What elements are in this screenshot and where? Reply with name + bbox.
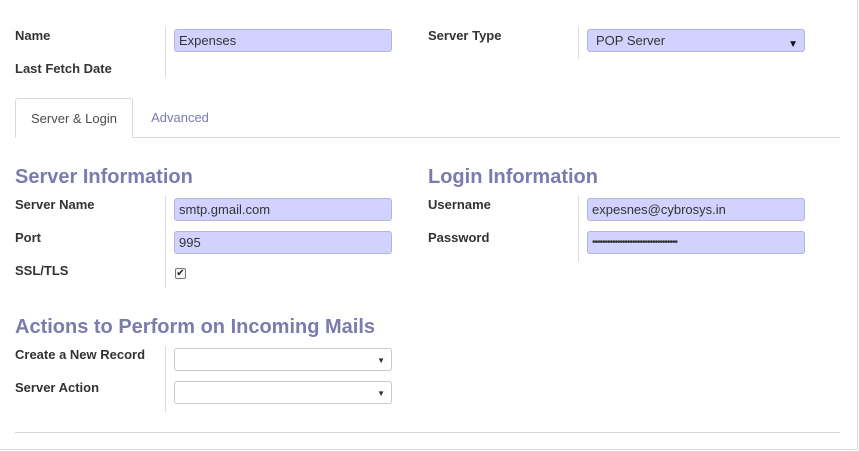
name-label: Name	[15, 28, 51, 43]
port-label: Port	[15, 230, 41, 245]
server-type-label: Server Type	[428, 28, 502, 43]
last-fetch-date-label: Last Fetch Date	[15, 61, 112, 76]
actions-title: Actions to Perform on Incoming Mails	[15, 316, 376, 338]
label-separator	[578, 27, 579, 59]
create-new-record-select[interactable]: ▼	[174, 348, 392, 371]
tab-server-login[interactable]: Server & Login	[15, 98, 133, 138]
server-action-label: Server Action	[15, 380, 100, 395]
server-name-label: Server Name	[15, 197, 95, 212]
tab-advanced[interactable]: Advanced	[136, 98, 224, 137]
create-new-record-label: Create a New Record	[15, 347, 146, 362]
label-separator	[165, 346, 166, 412]
password-field[interactable]: ••••••••••••••••••••••••••••••••••	[587, 231, 805, 254]
username-label: Username	[428, 197, 491, 212]
server-type-select[interactable]: POP Server ▼	[587, 29, 805, 52]
server-type-value: POP Server	[596, 33, 666, 48]
name-field[interactable]: Expenses	[174, 29, 392, 52]
server-action-select[interactable]: ▼	[174, 381, 392, 404]
login-information-title: Login Information	[428, 166, 598, 188]
port-field[interactable]: 995	[174, 231, 392, 254]
ssl-tls-label: SSL/TLS	[15, 263, 69, 278]
chevron-down-icon: ▼	[377, 356, 385, 365]
label-separator	[165, 27, 166, 77]
username-field[interactable]: expesnes@cybrosys.in	[587, 198, 805, 221]
chevron-down-icon: ▼	[788, 39, 798, 50]
checkmark-icon: ✔	[176, 268, 185, 279]
label-separator	[578, 196, 579, 262]
password-label: Password	[428, 230, 490, 245]
chevron-down-icon: ▼	[377, 389, 385, 398]
server-information-title: Server Information	[15, 166, 193, 188]
form-sheet: Name Last Fetch Date Expenses Server Typ…	[0, 0, 858, 450]
tabs-underline	[15, 137, 840, 138]
ssl-tls-checkbox[interactable]: ✔	[175, 268, 186, 279]
divider	[15, 432, 840, 433]
server-name-field[interactable]: smtp.gmail.com	[174, 198, 392, 221]
label-separator	[165, 196, 166, 288]
